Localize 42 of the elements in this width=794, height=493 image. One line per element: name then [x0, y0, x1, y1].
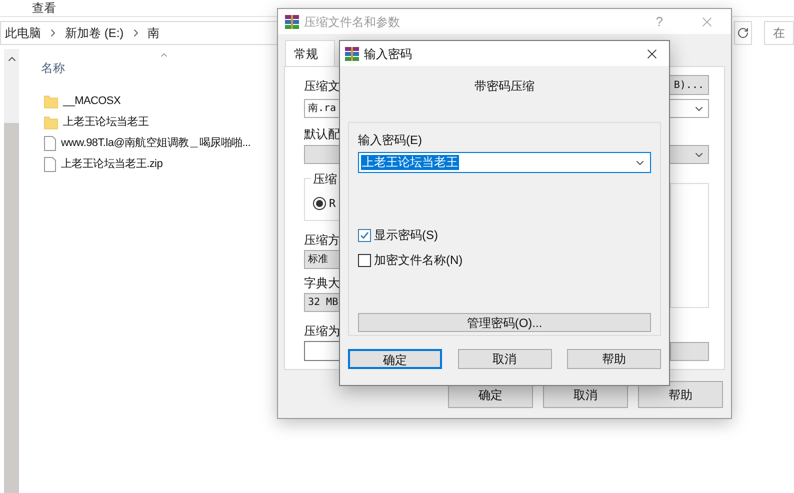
archive-app-icon	[284, 14, 300, 30]
refresh-icon	[737, 27, 749, 39]
tab[interactable]: 常规	[285, 40, 335, 66]
dialog-button[interactable]: 帮助	[567, 349, 661, 369]
radio-button[interactable]	[313, 197, 326, 210]
field-label: 字典大	[304, 275, 340, 292]
folder-icon	[44, 116, 58, 130]
breadcrumb-item[interactable]: 此电脑	[5, 24, 41, 42]
breadcrumb-item[interactable]: 新加卷 (E:)	[65, 24, 124, 42]
field-label: 输入密码(E)	[358, 132, 423, 149]
file-row[interactable]: www.98T.la@南航空姐调教＿喝尿啪啪...	[41, 133, 250, 154]
password-combobox[interactable]: 上老王论坛当老王	[358, 152, 651, 173]
search-field[interactable]: 在	[764, 21, 794, 45]
dialog-heading: 带密码压缩	[474, 78, 534, 95]
scrollbar[interactable]	[4, 49, 19, 493]
field-label: 压缩方	[304, 232, 340, 249]
folder-icon	[44, 94, 58, 108]
radio-label: R	[329, 196, 336, 212]
column-header[interactable]: 名称	[41, 59, 250, 77]
scroll-thumb[interactable]	[4, 123, 19, 493]
checkbox[interactable]	[358, 228, 371, 242]
file-icon	[44, 157, 56, 172]
field-label: 默认配	[304, 126, 340, 143]
field-label: 压缩为	[304, 323, 340, 340]
refresh-button[interactable]	[734, 21, 752, 45]
checkbox-label[interactable]: 显示密码(S)	[374, 226, 438, 244]
window-title: 输入密码	[364, 46, 412, 62]
checkbox[interactable]	[358, 254, 371, 266]
breadcrumb-item[interactable]: 南	[148, 24, 160, 42]
file-row[interactable]: 上老王论坛当老王.zip	[41, 154, 163, 175]
dialog-button[interactable]: 帮助	[638, 381, 723, 408]
dialog-button[interactable]: 确定	[348, 349, 442, 369]
file-row[interactable]: __MACOSX	[41, 91, 121, 112]
file-icon	[44, 136, 56, 151]
field-label: 压缩文	[304, 78, 340, 95]
checkbox-label[interactable]: 加密文件名称(N)	[374, 251, 463, 269]
window-title: 压缩文件名和参数	[304, 14, 400, 30]
archive-app-icon	[344, 46, 360, 62]
file-row[interactable]: 上老王论坛当老王	[41, 112, 149, 133]
manage-passwords-button[interactable]: 管理密码(O)...	[358, 313, 651, 332]
menu-item[interactable]: 查看	[32, 2, 56, 14]
dialog-button[interactable]: 取消	[458, 349, 552, 369]
